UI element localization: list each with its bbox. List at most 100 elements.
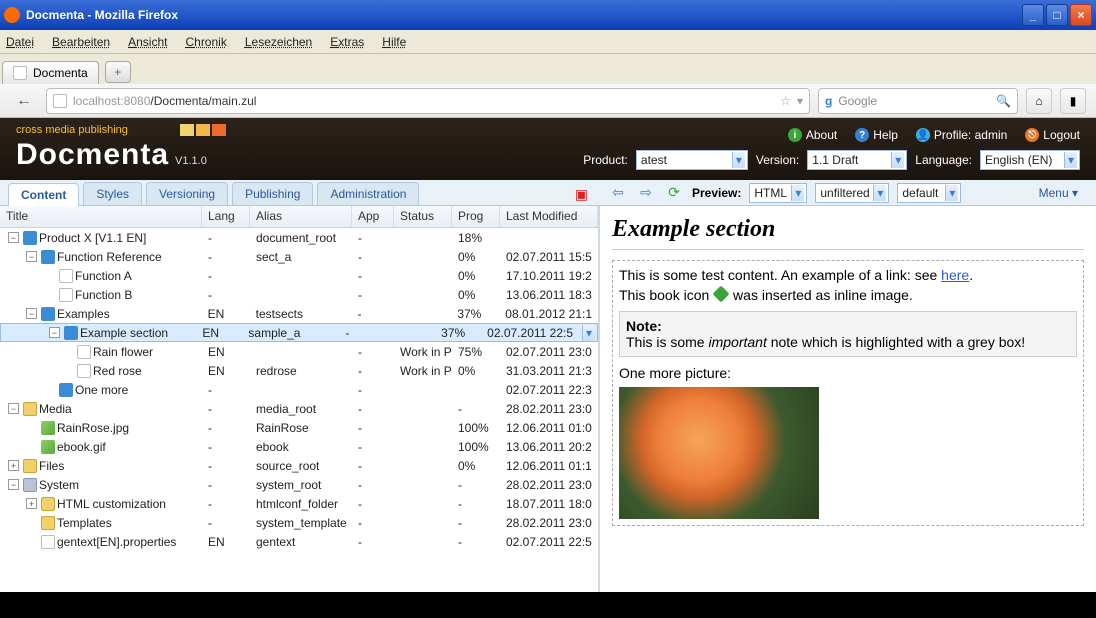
row-alias: testsects [250,307,352,321]
tree-row[interactable]: Red roseENredrose-Work in P0%31.03.2011 … [0,361,598,380]
language-select[interactable]: English (EN) [980,150,1080,170]
note-label: Note: [626,318,662,334]
url-path: /Docmenta/main.zul [150,94,256,108]
row-alias: source_root [250,459,352,473]
tree-row[interactable]: gentext[EN].propertiesENgentext--02.07.2… [0,532,598,551]
menu-hilfe[interactable]: Hilfe [382,35,406,49]
tab-versioning[interactable]: Versioning [146,182,228,205]
menu-extras[interactable]: Extras [330,35,364,49]
row-lang: - [202,269,250,283]
col-last[interactable]: Last Modified [500,206,598,227]
menu-datei[interactable]: Datei [6,35,34,49]
col-lang[interactable]: Lang [202,206,250,227]
tree-row[interactable]: + Files-source_root-0%12.06.2011 01:1 [0,456,598,475]
row-title: One more [75,383,128,397]
brand-color-boxes [180,124,226,136]
app-tabs: Content Styles Versioning Publishing Adm… [0,180,600,206]
tree-row[interactable]: Templates-system_template--28.02.2011 23… [0,513,598,532]
bookmarks-button[interactable]: ▮ [1060,88,1086,114]
maximize-button[interactable]: □ [1046,4,1068,26]
row-prog: 0% [452,250,500,264]
prev-nav-back[interactable]: ⇦ [608,183,628,203]
tree-row[interactable]: Function A--0%17.10.2011 19:2 [0,266,598,285]
col-status[interactable]: Status [394,206,452,227]
tree-toggle[interactable]: − [26,251,37,262]
about-link[interactable]: iAbout [788,128,837,142]
row-lang: - [202,383,250,397]
menu-lesezeichen[interactable]: Lesezeichen [245,35,312,49]
row-app: - [352,231,394,245]
prev-refresh[interactable]: ⟳ [664,183,684,203]
version-select[interactable]: 1.1 Draft [807,150,907,170]
menu-ansicht[interactable]: Ansicht [128,35,167,49]
row-lang: EN [202,307,250,321]
tree-toggle[interactable]: + [26,498,37,509]
tree-row[interactable]: − ExamplesENtestsects-37%08.01.2012 21:1 [0,304,598,323]
menu-bearbeiten[interactable]: Bearbeiten [52,35,110,49]
help-link[interactable]: ?Help [855,128,898,142]
url-field[interactable]: localhost:8080/Docmenta/main.zul ☆▾ [46,88,810,114]
tree-toggle[interactable]: + [8,460,19,471]
preview-format-select[interactable]: HTML [749,183,807,203]
product-select[interactable]: atest [636,150,748,170]
tree-row[interactable]: + HTML customization-htmlconf_folder--18… [0,494,598,513]
preview-line2: This book icon was inserted as inline im… [619,287,1077,303]
tree-row[interactable]: − Product X [V1.1 EN]-document_root-18% [0,228,598,247]
star-icon[interactable]: ☆ [780,94,791,108]
tree-toggle[interactable]: − [49,327,60,338]
prev-nav-forward[interactable]: ⇨ [636,183,656,203]
row-prog: - [452,402,500,416]
page-icon [59,288,73,302]
col-alias[interactable]: Alias [250,206,352,227]
tree-row[interactable]: − Media-media_root--28.02.2011 23:0 [0,399,598,418]
browser-navrow: ← localhost:8080/Docmenta/main.zul ☆▾ g … [0,84,1096,118]
tree-row[interactable]: − System-system_root--28.02.2011 23:0 [0,475,598,494]
preview-theme-select[interactable]: default [897,183,961,203]
preview-link-here[interactable]: here [941,267,969,283]
row-last: 12.06.2011 01:0 [500,421,598,435]
row-alias: system_template [250,516,352,530]
back-button[interactable]: ← [10,88,38,114]
tab-publishing[interactable]: Publishing [232,182,313,205]
home-button[interactable]: ⌂ [1026,88,1052,114]
col-title[interactable]: Title [0,206,202,227]
tab-styles[interactable]: Styles [83,182,142,205]
row-title: Function B [75,288,132,302]
row-last: 12.06.2011 01:1 [500,459,598,473]
logout-link[interactable]: ⎋Logout [1025,128,1080,142]
tree-row[interactable]: − Function Reference-sect_a-0%02.07.2011… [0,247,598,266]
tree-row[interactable]: ebook.gif-ebook-100%13.06.2011 20:2 [0,437,598,456]
close-button[interactable]: × [1070,4,1092,26]
profile-link[interactable]: 👤Profile: admin [916,128,1007,142]
search-icon[interactable]: 🔍 [996,94,1011,108]
browser-tab[interactable]: Docmenta [2,61,99,84]
tree-toggle[interactable]: − [8,403,19,414]
minimize-button[interactable]: _ [1022,4,1044,26]
row-app: - [352,497,394,511]
tab-content[interactable]: Content [8,183,79,206]
tree-row[interactable]: Function B--0%13.06.2011 18:3 [0,285,598,304]
row-app: - [352,516,394,530]
tree-row[interactable]: − Example sectionENsample_a-37%02.07.201… [0,323,598,342]
col-app[interactable]: App [352,206,394,227]
tree-toggle[interactable]: − [26,308,37,319]
pdf-icon[interactable]: ▣ [575,186,588,203]
col-prog[interactable]: Prog [452,206,500,227]
tab-administration[interactable]: Administration [317,182,419,205]
new-tab-button[interactable]: + [105,61,131,83]
dropdown-icon[interactable]: ▾ [797,94,803,108]
row-alias: RainRose [250,421,352,435]
tree-toggle[interactable]: − [8,479,19,490]
tree-body[interactable]: − Product X [V1.1 EN]-document_root-18%−… [0,228,598,551]
row-prog: 18% [452,231,500,245]
tree-row[interactable]: Rain flowerEN-Work in P75%02.07.2011 23:… [0,342,598,361]
tree-row[interactable]: RainRose.jpg-RainRose-100%12.06.2011 01:… [0,418,598,437]
preview-menu[interactable]: Menu ▾ [1029,184,1088,202]
row-app: - [352,535,394,549]
browser-search-field[interactable]: g Google 🔍 [818,88,1018,114]
menu-chronik[interactable]: Chronik [185,35,226,49]
tree-row[interactable]: One more--02.07.2011 22:3 [0,380,598,399]
row-app: - [352,478,394,492]
tree-toggle[interactable]: − [8,232,19,243]
preview-filter-select[interactable]: unfiltered [815,183,889,203]
